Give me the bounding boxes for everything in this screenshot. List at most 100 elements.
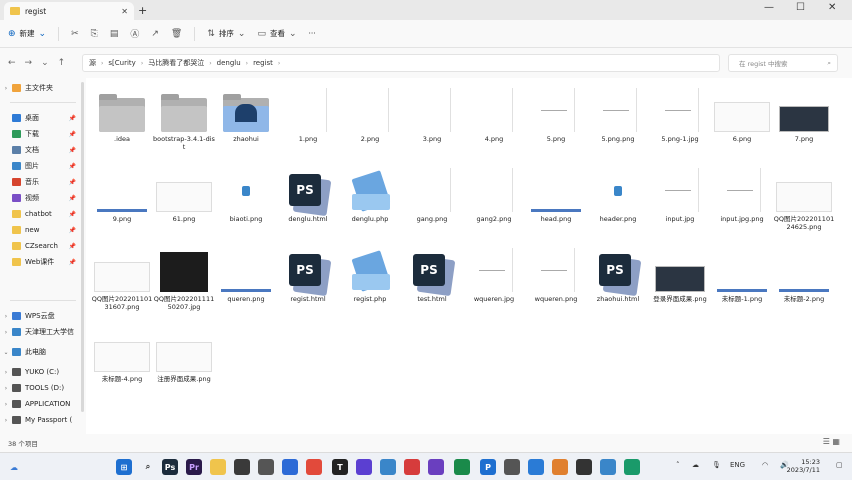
- sidebar-item[interactable]: 图片 📌: [0, 158, 86, 174]
- photoshop-icon[interactable]: Ps: [162, 459, 178, 475]
- file-view[interactable]: .idea bootstrap-3.4.1-dist zhaohui 1.png 2.p…: [86, 78, 852, 434]
- clock[interactable]: 15:23 2023/7/11: [787, 458, 820, 474]
- up-button[interactable]: ↑: [58, 58, 66, 68]
- app-icon[interactable]: [380, 459, 396, 475]
- tray-icon[interactable]: ☁: [692, 461, 699, 469]
- file-item[interactable]: 登录界面成果.png: [648, 246, 712, 316]
- app-icon[interactable]: [504, 459, 520, 475]
- file-item[interactable]: 9.png: [90, 166, 154, 236]
- file-item[interactable]: 61.png: [152, 166, 216, 236]
- copy-button[interactable]: ⎘: [91, 29, 98, 39]
- forward-button[interactable]: →: [25, 58, 33, 68]
- app-icon[interactable]: [528, 459, 544, 475]
- sidebar-item[interactable]: 桌面 📌: [0, 110, 86, 126]
- app-icon[interactable]: [258, 459, 274, 475]
- more-button[interactable]: ···: [309, 29, 316, 38]
- file-explorer-icon[interactable]: [210, 459, 226, 475]
- chevron-right-icon[interactable]: ›: [0, 401, 12, 408]
- file-item[interactable]: QQ图片20220110124625.png: [772, 166, 836, 236]
- edge-icon[interactable]: [454, 459, 470, 475]
- app-icon[interactable]: [404, 459, 420, 475]
- rename-button[interactable]: Ⓐ: [130, 27, 139, 40]
- file-item[interactable]: QQ图片20220111150207.jpg: [152, 246, 216, 316]
- chevron-down-icon[interactable]: ⌄: [0, 349, 12, 356]
- file-item[interactable]: 5.png: [524, 86, 588, 156]
- file-item[interactable]: queren.png: [214, 246, 278, 316]
- notification-icon[interactable]: ▢: [836, 461, 843, 469]
- search-input[interactable]: 在 regist 中搜索 ⌕: [728, 54, 838, 72]
- weather-icon[interactable]: ☁: [6, 459, 22, 475]
- app-icon[interactable]: P: [480, 459, 496, 475]
- sidebar-item[interactable]: Web课件 📌: [0, 254, 86, 270]
- file-item[interactable]: regist.php: [338, 246, 402, 316]
- start-icon[interactable]: ⊞: [116, 459, 132, 475]
- file-item[interactable]: 未标题-2.png: [772, 246, 836, 316]
- sidebar-item[interactable]: › WPS云盘: [0, 308, 86, 324]
- breadcrumb[interactable]: 源 › s[Curity › 马比腾看了都哭泣 › denglu › regis…: [82, 54, 720, 72]
- sidebar-item-pc[interactable]: ⌄ 此电脑: [0, 344, 86, 360]
- app-icon[interactable]: [282, 459, 298, 475]
- cut-button[interactable]: ✂: [71, 29, 79, 39]
- file-item[interactable]: header.png: [586, 166, 650, 236]
- breadcrumb-item[interactable]: regist: [253, 59, 273, 67]
- file-item[interactable]: 5.png-1.jpg: [648, 86, 712, 156]
- file-item[interactable]: 3.png: [400, 86, 464, 156]
- share-button[interactable]: ↗: [151, 29, 159, 39]
- file-item[interactable]: .idea: [90, 86, 154, 156]
- breadcrumb-item[interactable]: denglu: [217, 59, 241, 67]
- app-icon[interactable]: [576, 459, 592, 475]
- close-icon[interactable]: ✕: [121, 7, 128, 16]
- sidebar-item[interactable]: 音乐 📌: [0, 174, 86, 190]
- file-item[interactable]: 5.png.png: [586, 86, 650, 156]
- file-item[interactable]: PS denglu.html: [276, 166, 340, 236]
- file-item[interactable]: QQ图片20220110131607.png: [90, 246, 154, 316]
- file-item[interactable]: PS regist.html: [276, 246, 340, 316]
- sidebar-item[interactable]: new 📌: [0, 222, 86, 238]
- sort-button[interactable]: ⇅ 排序 ⌄: [207, 28, 245, 39]
- tab-regist[interactable]: regist ✕: [4, 2, 134, 20]
- app-icon[interactable]: [356, 459, 372, 475]
- sidebar-item[interactable]: 文档 📌: [0, 142, 86, 158]
- file-item[interactable]: 4.png: [462, 86, 526, 156]
- app-icon[interactable]: [600, 459, 616, 475]
- file-item[interactable]: zhaohui: [214, 86, 278, 156]
- file-item[interactable]: input.jpg: [648, 166, 712, 236]
- view-toggle-icons[interactable]: ☰ ▦: [823, 437, 840, 446]
- sidebar-item[interactable]: chatbot 📌: [0, 206, 86, 222]
- file-item[interactable]: wqueren.png: [524, 246, 588, 316]
- view-button[interactable]: ▭ 查看 ⌄: [257, 28, 296, 39]
- file-item[interactable]: 注册界面成果.png: [152, 326, 216, 396]
- new-tab-button[interactable]: +: [138, 4, 147, 17]
- maximize-button[interactable]: ☐: [796, 2, 805, 13]
- close-window-button[interactable]: ✕: [828, 2, 836, 13]
- app-icon[interactable]: [428, 459, 444, 475]
- chevron-right-icon[interactable]: ›: [0, 313, 12, 320]
- chevron-right-icon[interactable]: ›: [0, 385, 12, 392]
- file-item[interactable]: PS test.html: [400, 246, 464, 316]
- sidebar-item[interactable]: › My Passport (: [0, 412, 86, 428]
- file-item[interactable]: 1.png: [276, 86, 340, 156]
- file-item[interactable]: denglu.php: [338, 166, 402, 236]
- file-item[interactable]: bootstrap-3.4.1-dist: [152, 86, 216, 156]
- app-icon[interactable]: [552, 459, 568, 475]
- delete-button[interactable]: 🗑: [171, 29, 182, 39]
- back-button[interactable]: ←: [8, 58, 16, 68]
- chevron-right-icon[interactable]: ›: [0, 85, 12, 92]
- breadcrumb-item[interactable]: s[Curity: [108, 59, 135, 67]
- file-item[interactable]: biaoti.png: [214, 166, 278, 236]
- breadcrumb-item[interactable]: 马比腾看了都哭泣: [148, 58, 204, 68]
- chevron-up-icon[interactable]: ˄: [676, 461, 680, 469]
- sidebar-item[interactable]: › YUKO (C:): [0, 364, 86, 380]
- language-indicator[interactable]: ENG: [730, 461, 745, 469]
- app-icon[interactable]: [306, 459, 322, 475]
- file-item[interactable]: wqueren.jpg: [462, 246, 526, 316]
- app-icon[interactable]: [624, 459, 640, 475]
- file-item[interactable]: PS zhaohui.html: [586, 246, 650, 316]
- paste-button[interactable]: ▤: [110, 29, 119, 39]
- file-item[interactable]: 未标题-1.png: [710, 246, 774, 316]
- file-item[interactable]: input.jpg.png: [710, 166, 774, 236]
- sidebar-item[interactable]: 下载 📌: [0, 126, 86, 142]
- chevron-right-icon[interactable]: ›: [0, 329, 12, 336]
- file-item[interactable]: gang2.png: [462, 166, 526, 236]
- file-item[interactable]: 未标题-4.png: [90, 326, 154, 396]
